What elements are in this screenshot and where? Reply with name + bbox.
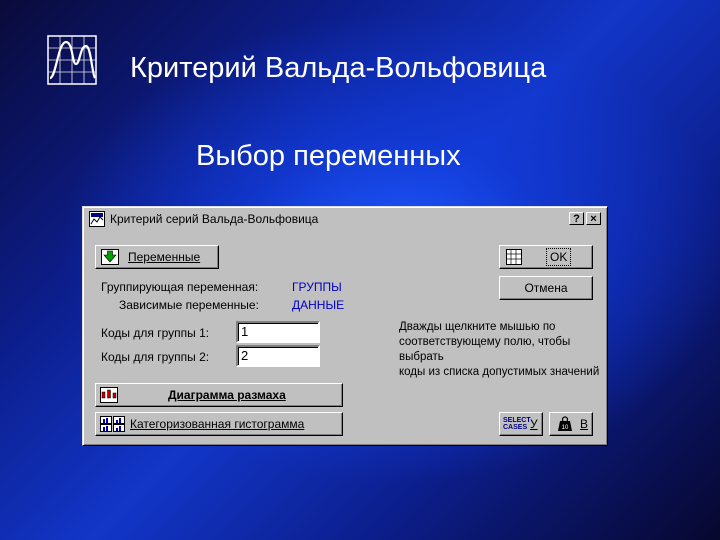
svg-text:10: 10 [562, 425, 569, 431]
dialog-titlebar[interactable]: Критерий серий Вальда-Вольфовица ? × [86, 210, 604, 228]
boxplot-icon [100, 387, 118, 403]
categorized-histogram-icon [100, 416, 125, 432]
dialog-title: Критерий серий Вальда-Вольфовица [110, 212, 319, 226]
dependent-variables-value[interactable]: ДАННЫЕ [292, 298, 344, 312]
slide-title: Критерий Вальда-Вольфовица [130, 52, 547, 84]
wald-wolfowitz-dialog: Критерий серий Вальда-Вольфовица ? × Пер… [82, 206, 608, 446]
statistica-app-icon [89, 211, 105, 227]
statistica-logo-icon [47, 35, 97, 85]
group1-codes-label: Коды для группы 1: [101, 326, 210, 340]
categorized-histogram-button[interactable]: Категоризованная гистограмма [95, 412, 343, 436]
weight-button[interactable]: 10 В [549, 412, 593, 436]
grouping-variable-label: Группирующая переменная: [101, 280, 259, 294]
select-cases-button[interactable]: SELECT CASES У [499, 412, 543, 436]
grouping-variable-value[interactable]: ГРУППЫ [292, 280, 342, 294]
boxplot-button[interactable]: Диаграмма размаха [95, 383, 343, 407]
variables-button[interactable]: Переменные [95, 245, 219, 269]
hint-text: Дважды щелкните мышью по соответствующем… [399, 320, 609, 380]
ok-button[interactable]: OK [499, 245, 593, 269]
select-cases-key: У [530, 417, 538, 431]
hint-line: Дважды щелкните мышью по [399, 321, 556, 333]
slide-subtitle: Выбор переменных [196, 140, 461, 172]
variables-button-label: Переменные [128, 250, 201, 264]
categorized-histogram-label: Категоризованная гистограмма [130, 417, 305, 431]
cancel-button[interactable]: Отмена [499, 276, 593, 300]
green-arrow-icon [101, 249, 119, 265]
boxplot-button-label: Диаграмма размаха [168, 388, 286, 402]
group2-codes-label: Коды для группы 2: [101, 350, 210, 364]
grid-table-icon [506, 249, 522, 265]
close-button[interactable]: × [586, 212, 601, 225]
hint-line: коды из списка допустимых значений [399, 366, 600, 378]
group2-codes-field[interactable]: 2 [236, 345, 320, 367]
hint-line: соответствующему полю, чтобы выбрать [399, 336, 571, 363]
weight-icon: 10 [558, 416, 572, 431]
ok-button-label: OK [546, 248, 572, 266]
select-cases-label: SELECT CASES [503, 417, 531, 431]
help-button[interactable]: ? [569, 212, 584, 225]
dependent-variables-label: Зависимые переменные: [119, 298, 259, 312]
group1-codes-field[interactable]: 1 [236, 321, 320, 343]
weight-key: В [580, 417, 589, 431]
